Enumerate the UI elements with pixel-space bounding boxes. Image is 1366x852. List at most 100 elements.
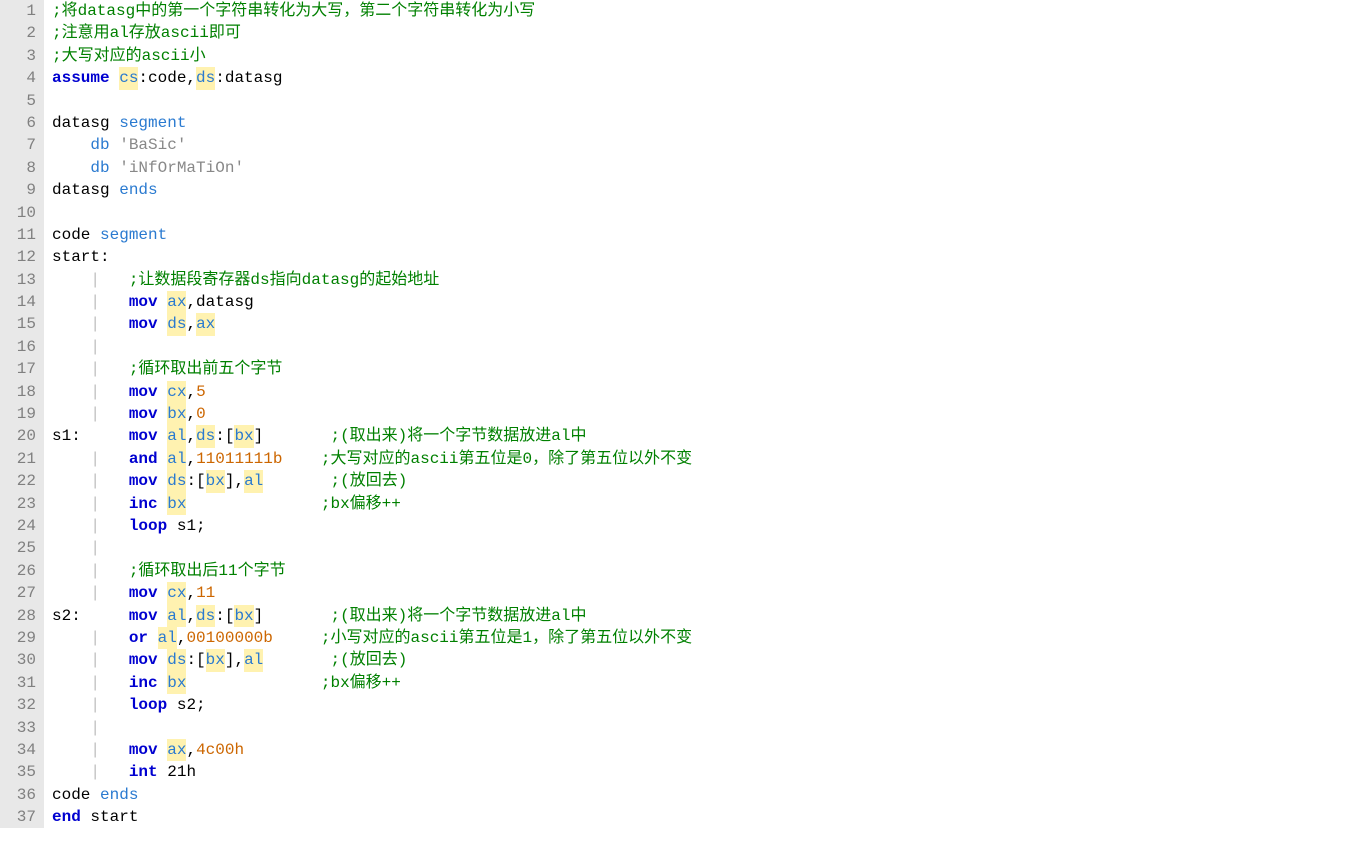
code-token: bx (206, 470, 225, 492)
code-line[interactable]: code ends (52, 784, 1366, 806)
code-line[interactable]: start: (52, 246, 1366, 268)
code-line[interactable]: | mov ds:[bx],al ;(放回去) (52, 470, 1366, 492)
code-token: ds (167, 649, 186, 671)
code-line[interactable]: | mov ax,4c00h (52, 739, 1366, 761)
code-editor-content[interactable]: ;将datasg中的第一个字符串转化为大写，第二个字符串转化为小写;注意用al存… (44, 0, 1366, 828)
code-line[interactable]: | and al,11011111b ;大写对应的ascii第五位是0，除了第五… (52, 448, 1366, 470)
code-token: , (186, 313, 196, 335)
code-line[interactable]: end start (52, 806, 1366, 828)
code-token: | (90, 717, 100, 739)
code-line[interactable]: | (52, 336, 1366, 358)
code-token (158, 582, 168, 604)
line-number: 28 (0, 605, 36, 627)
code-token (158, 313, 168, 335)
code-line[interactable]: datasg ends (52, 179, 1366, 201)
code-token: al (167, 448, 186, 470)
code-line[interactable]: db 'BaSic' (52, 134, 1366, 156)
code-token: ds (196, 425, 215, 447)
code-line[interactable]: | ;循环取出前五个字节 (52, 358, 1366, 380)
code-token: s2; (167, 694, 205, 716)
code-line[interactable]: datasg segment (52, 112, 1366, 134)
line-number: 25 (0, 537, 36, 559)
code-line[interactable] (52, 202, 1366, 224)
code-token (110, 67, 120, 89)
code-token: , (186, 582, 196, 604)
code-line[interactable]: ;将datasg中的第一个字符串转化为大写，第二个字符串转化为小写 (52, 0, 1366, 22)
code-token: 11 (196, 582, 215, 604)
code-line[interactable]: | ;循环取出后11个字节 (52, 560, 1366, 582)
code-token: :[ (215, 605, 234, 627)
code-token: or (129, 627, 148, 649)
code-token: ;让数据段寄存器ds指向datasg的起始地址 (129, 269, 439, 291)
code-token: :datasg (215, 67, 282, 89)
code-token (52, 515, 90, 537)
code-token: end (52, 806, 81, 828)
code-token: | (90, 291, 100, 313)
line-number: 24 (0, 515, 36, 537)
code-token: ax (167, 291, 186, 313)
code-token (158, 291, 168, 313)
code-line[interactable]: | inc bx ;bx偏移++ (52, 672, 1366, 694)
code-token: ] (254, 425, 331, 447)
code-line[interactable]: s1: mov al,ds:[bx] ;(取出来)将一个字节数据放进al中 (52, 425, 1366, 447)
code-token (52, 291, 90, 313)
code-token: assume (52, 67, 110, 89)
code-line[interactable]: | (52, 717, 1366, 739)
code-token: mov (129, 313, 158, 335)
code-line[interactable]: | inc bx ;bx偏移++ (52, 493, 1366, 515)
code-token (100, 739, 129, 761)
code-token: ;(取出来)将一个字节数据放进al中 (330, 605, 586, 627)
code-token: start (81, 806, 139, 828)
code-line[interactable]: s2: mov al,ds:[bx] ;(取出来)将一个字节数据放进al中 (52, 605, 1366, 627)
code-line[interactable]: assume cs:code,ds:datasg (52, 67, 1366, 89)
code-token: ,datasg (186, 291, 253, 313)
code-token (186, 493, 320, 515)
code-token: ds (196, 605, 215, 627)
code-token: ;(放回去) (330, 470, 407, 492)
code-token: , (186, 448, 196, 470)
code-line[interactable]: | (52, 537, 1366, 559)
code-line[interactable] (52, 90, 1366, 112)
code-line[interactable]: | loop s2; (52, 694, 1366, 716)
code-line[interactable]: | mov bx,0 (52, 403, 1366, 425)
code-token: mov (129, 425, 158, 447)
code-token: 21h (158, 761, 196, 783)
code-line[interactable]: ;大写对应的ascii小 (52, 45, 1366, 67)
code-token (52, 336, 90, 358)
code-token (52, 448, 90, 470)
code-token: db (90, 157, 109, 179)
code-token: al (167, 425, 186, 447)
code-line[interactable]: | mov cx,11 (52, 582, 1366, 604)
code-token (100, 627, 129, 649)
code-token: mov (129, 605, 158, 627)
code-line[interactable]: | mov cx,5 (52, 381, 1366, 403)
code-token: | (90, 358, 100, 380)
line-number: 18 (0, 381, 36, 403)
code-line[interactable]: | or al,00100000b ;小写对应的ascii第五位是1，除了第五位… (52, 627, 1366, 649)
code-token: 11011111b (196, 448, 282, 470)
code-token: bx (234, 425, 253, 447)
code-token: mov (129, 403, 158, 425)
line-number: 17 (0, 358, 36, 380)
code-token: | (90, 493, 100, 515)
code-token (52, 493, 90, 515)
code-token: bx (206, 649, 225, 671)
code-token: | (90, 515, 100, 537)
line-number: 1 (0, 0, 36, 22)
code-line[interactable]: code segment (52, 224, 1366, 246)
code-line[interactable]: | int 21h (52, 761, 1366, 783)
code-line[interactable]: | mov ds,ax (52, 313, 1366, 335)
code-token: ax (167, 739, 186, 761)
code-token: :[ (215, 425, 234, 447)
code-token (52, 134, 90, 156)
code-token: 'BaSic' (119, 134, 186, 156)
code-line[interactable]: db 'iNfOrMaTiOn' (52, 157, 1366, 179)
code-token (52, 694, 90, 716)
code-line[interactable]: | ;让数据段寄存器ds指向datasg的起始地址 (52, 269, 1366, 291)
code-line[interactable]: | mov ds:[bx],al ;(放回去) (52, 649, 1366, 671)
code-token (52, 537, 90, 559)
code-line[interactable]: | mov ax,datasg (52, 291, 1366, 313)
code-line[interactable]: | loop s1; (52, 515, 1366, 537)
code-token: db (90, 134, 109, 156)
code-line[interactable]: ;注意用al存放ascii即可 (52, 22, 1366, 44)
